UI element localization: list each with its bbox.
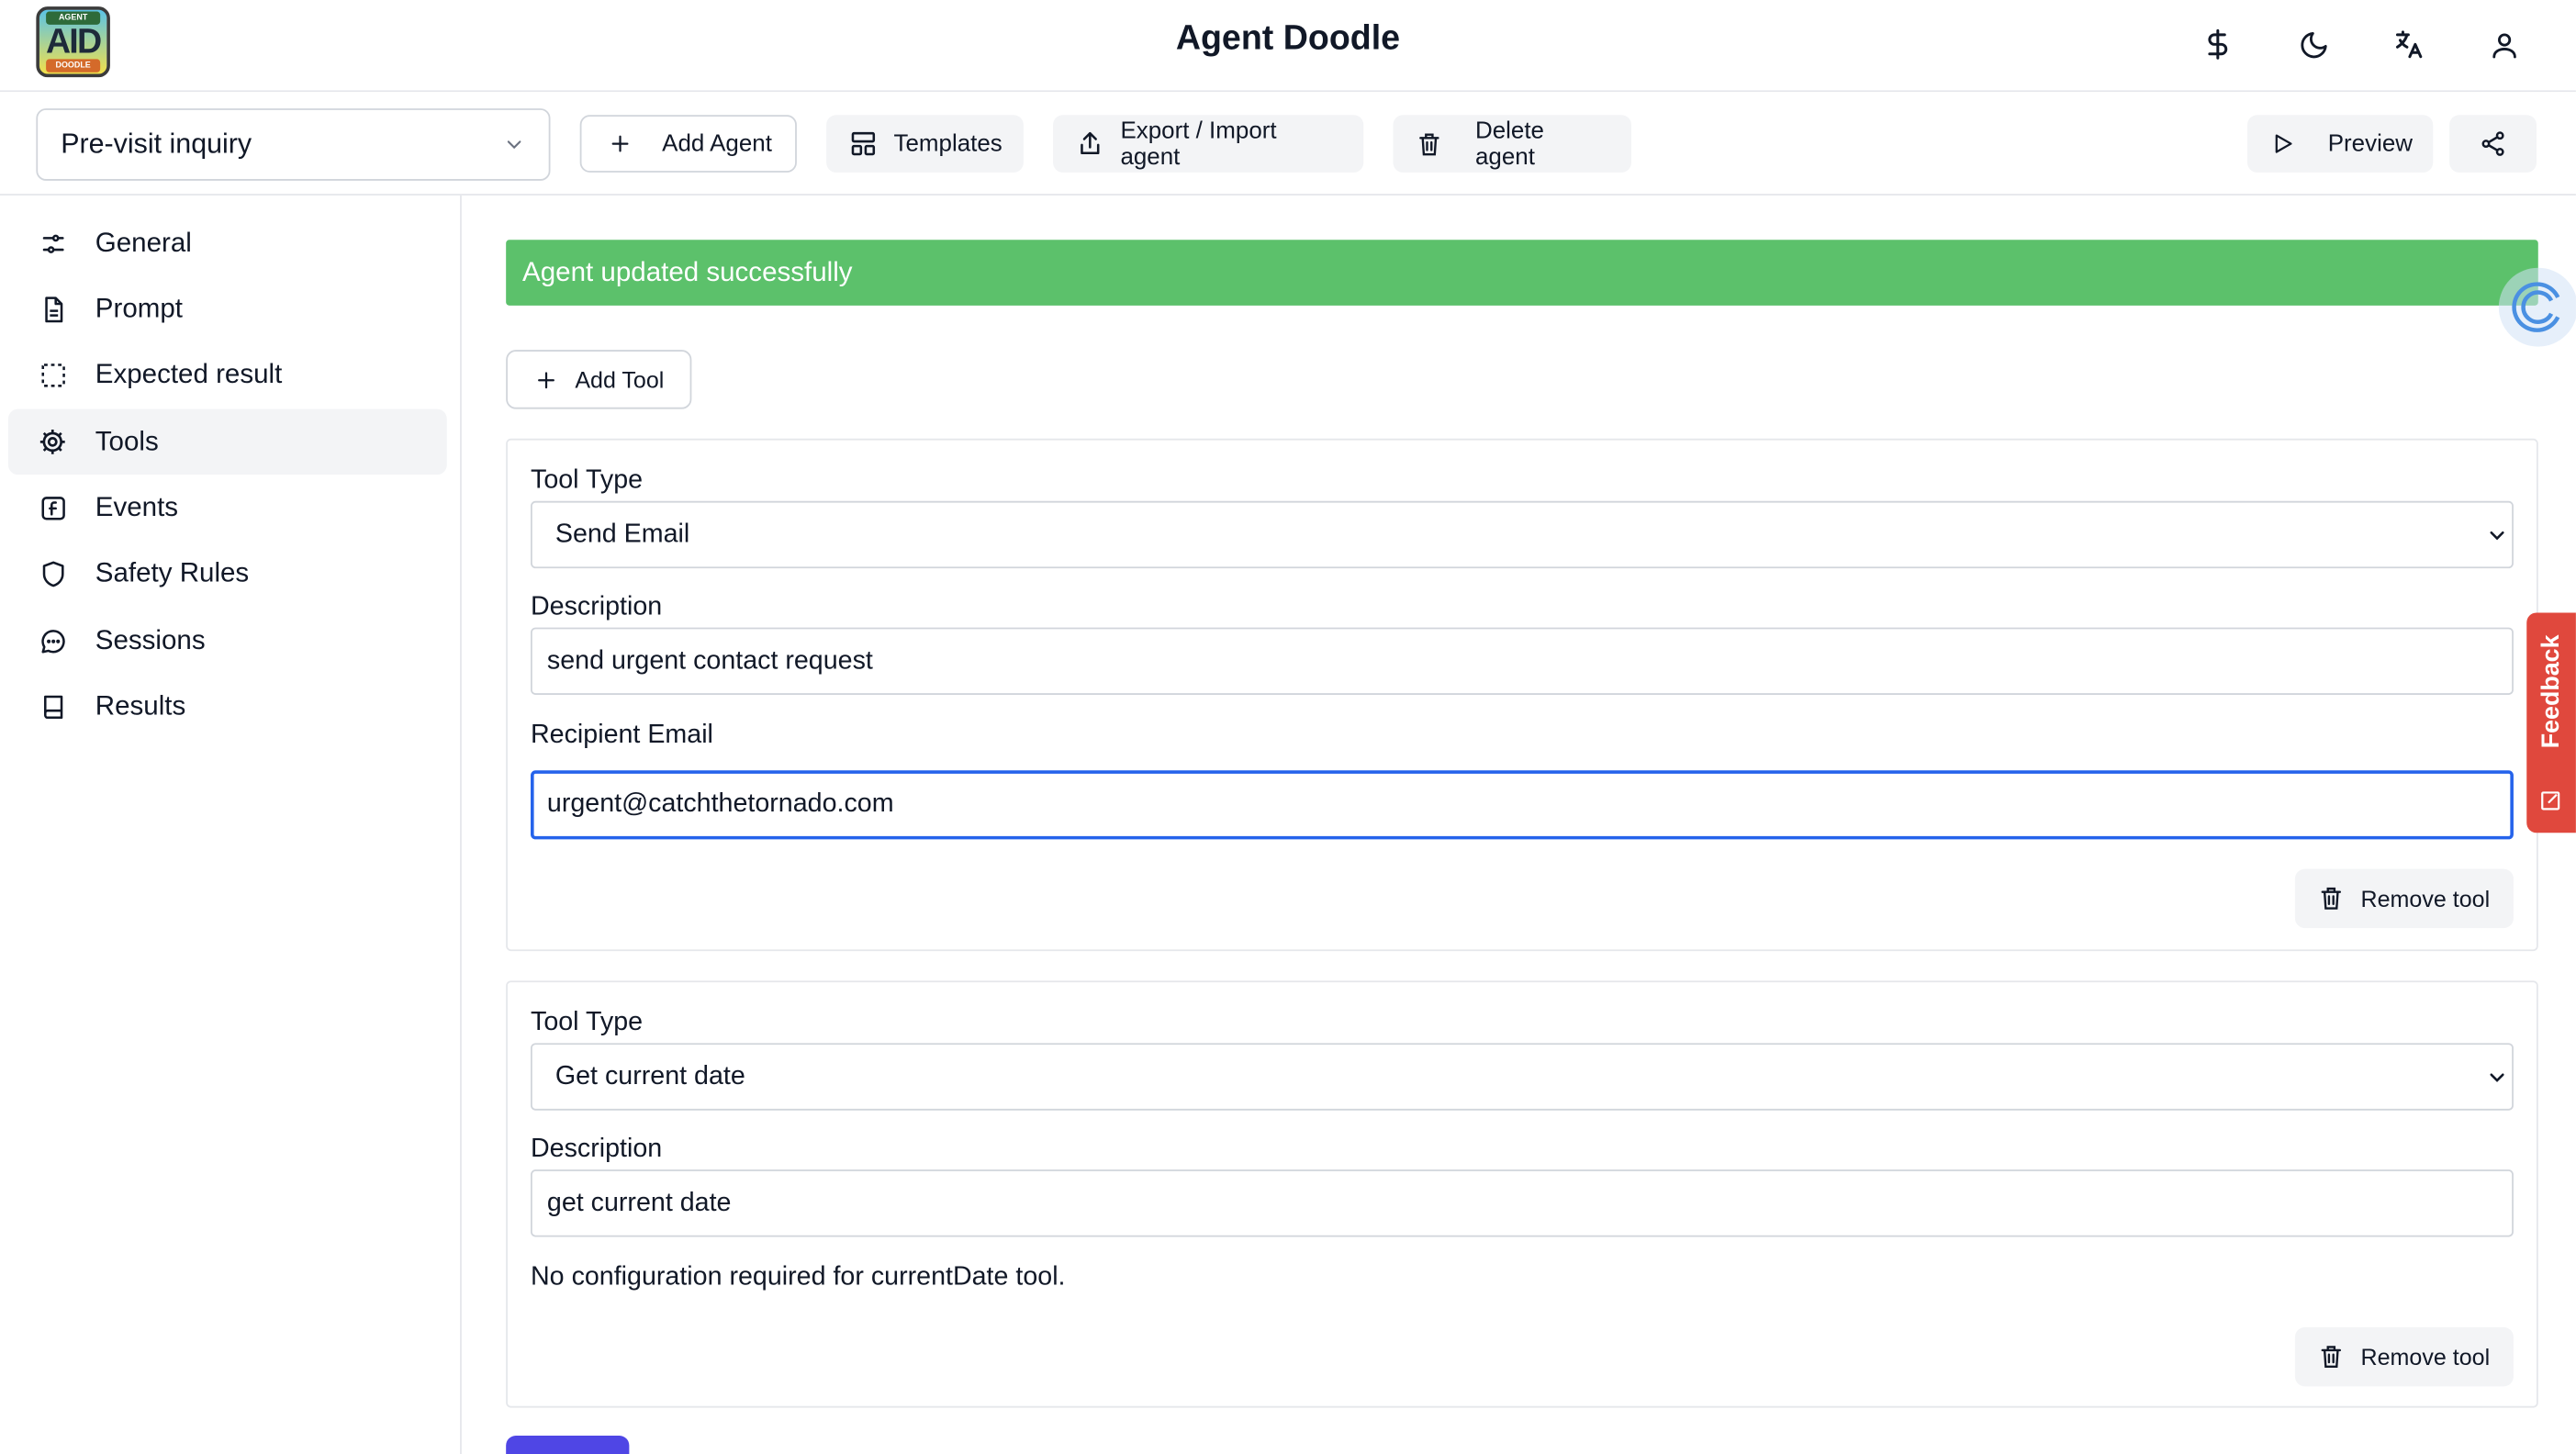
delete-agent-button[interactable]: Delete agent [1393,115,1631,173]
sidebar-item-general[interactable]: General [8,210,447,276]
success-alert: Agent updated successfully [506,240,2538,306]
sidebar-item-label: Prompt [95,293,183,323]
sidebar-item-label: Tools [95,426,159,456]
chevron-down-icon [2490,1073,2504,1082]
trash-icon [1419,132,1439,155]
recipient-email-label: Recipient Email [531,721,713,750]
gear-icon [36,425,69,458]
sidebar-item-label: General [95,227,192,258]
sidebar-item-label: Sessions [95,624,206,655]
remove-tool-label: Remove tool [2360,885,2491,912]
agent-toolbar: Pre-visit inquiry Add Agent Templates Ex… [0,92,2576,196]
play-icon [2275,134,2292,153]
chevron-down-icon [2490,531,2504,541]
recipient-email-input[interactable]: urgent@catchthetornado.com [531,770,2514,840]
document-icon [36,293,69,326]
add-tool-button[interactable]: Add Tool [506,350,692,409]
tool-type-value: Get current date [554,1062,745,1091]
sidebar-item-sessions[interactable]: Sessions [8,608,447,674]
sidebar-item-safety-rules[interactable]: Safety Rules [8,541,447,607]
tool-type-label: Tool Type [531,466,644,495]
app-title: Agent Doodle [1175,19,1401,58]
description-label: Description [531,1135,663,1163]
delete-agent-label: Delete agent [1474,117,1544,171]
trash-icon [2321,1346,2342,1369]
trash-icon [2321,887,2342,910]
layout-icon [851,131,876,156]
sidebar-item-label: Safety Rules [95,557,250,587]
tool-type-select[interactable]: Get current date [531,1043,2514,1111]
loading-spinner-icon [2498,267,2576,347]
description-input[interactable]: get current date [531,1169,2514,1237]
plus-icon [611,135,629,152]
sidebar-item-label: Events [95,491,179,522]
templates-button[interactable]: Templates [826,115,1024,173]
plus-icon [538,371,554,388]
preview-label: Preview [2327,130,2414,157]
add-agent-label: Add Agent [662,130,772,157]
export-import-label: Export / Import agent [1120,117,1277,171]
add-tool-label: Add Tool [575,366,665,393]
feedback-tab[interactable]: Feedback [2526,612,2576,833]
chat-icon [36,624,69,657]
edit-icon [2541,791,2560,811]
tool-type-label: Tool Type [531,1008,644,1037]
tool-card: Tool Type Get current date Description g… [506,980,2538,1408]
sidebar-item-results[interactable]: Results [8,674,447,740]
share-icon [2481,131,2504,156]
sidebar-item-label: Expected result [95,359,283,389]
templates-label: Templates [893,130,1002,157]
save-button[interactable] [506,1436,630,1454]
export-import-button[interactable]: Export / Import agent [1053,115,1364,173]
agent-select[interactable]: Pre-visit inquiry [36,108,551,181]
add-agent-button[interactable]: Add Agent [579,115,797,173]
user-icon[interactable] [2482,23,2526,66]
sidebar-item-events[interactable]: Events [8,475,447,541]
no-config-note: No configuration required for currentDat… [531,1263,1066,1292]
top-bar: AGENT AID DOODLE Agent Doodle [0,0,2576,93]
tool-card: Tool Type Send Email Description send ur… [506,438,2538,952]
preview-button[interactable]: Preview [2247,115,2434,173]
function-icon [36,491,69,524]
app-root: AGENT AID DOODLE Agent Doodle Pre-visit … [0,0,2576,1454]
sidebar-item-prompt[interactable]: Prompt [8,276,447,342]
feedback-label: Feedback [2537,634,2566,749]
description-input[interactable]: send urgent contact request [531,627,2514,695]
dollar-icon[interactable] [2197,23,2240,66]
sidebar-item-tools[interactable]: Tools [7,408,447,475]
translate-icon[interactable] [2387,23,2430,66]
sidebar: General Prompt Expected result Tools Eve… [0,195,462,1454]
tool-type-value: Send Email [554,520,690,549]
logo-bottom-text: DOODLE [46,59,101,73]
book-icon [36,690,69,723]
dashed-square-icon [36,358,69,391]
upload-icon [1081,131,1100,154]
sidebar-item-label: Results [95,690,186,721]
share-button[interactable] [2449,115,2537,173]
description-label: Description [531,593,663,621]
moon-icon[interactable] [2291,23,2335,66]
shield-icon [36,557,69,590]
remove-tool-label: Remove tool [2360,1343,2491,1370]
remove-tool-button[interactable]: Remove tool [2294,868,2514,929]
sidebar-item-expected-result[interactable]: Expected result [8,341,447,408]
chevron-down-icon [507,140,521,150]
remove-tool-button[interactable]: Remove tool [2294,1326,2514,1387]
agent-select-value: Pre-visit inquiry [61,128,252,160]
tool-type-select[interactable]: Send Email [531,500,2514,569]
sliders-icon [36,227,69,260]
